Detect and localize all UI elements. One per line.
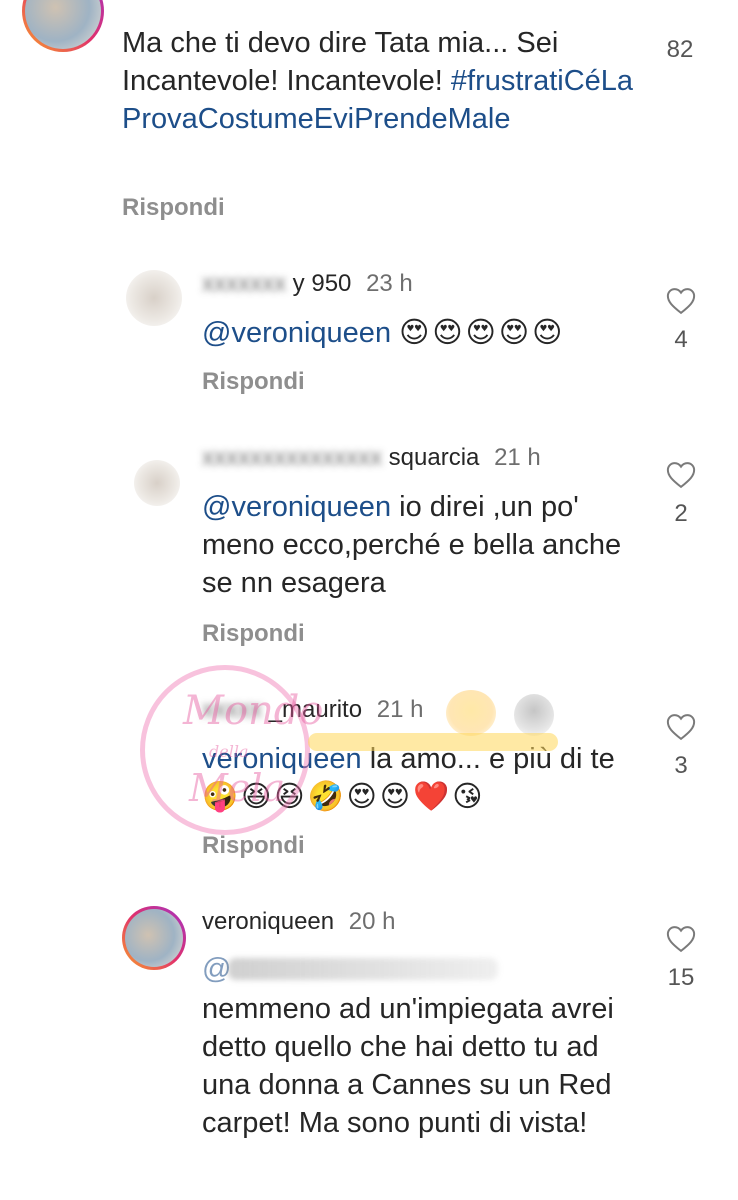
comment-5-avatar[interactable] [122, 906, 186, 970]
comment-5-time: 20 h [348, 908, 396, 935]
comment-4-reply-button[interactable]: Rispondi [202, 832, 305, 860]
comment-2-text: 😍😍😍😍😍 [399, 317, 566, 349]
comment-3-reply-button[interactable]: Rispondi [202, 620, 305, 648]
comment-2-body: @veroniqueen 😍😍😍😍😍 [202, 314, 642, 352]
comment-2-heart-icon[interactable] [666, 287, 696, 315]
watermark-line-3: Mela [189, 766, 286, 810]
comment-5-like-count[interactable]: 15 [661, 964, 701, 992]
comment-4-like-count[interactable]: 3 [661, 752, 701, 780]
comment-3-heart-icon[interactable] [666, 461, 696, 489]
comment-5-mention-redacted [228, 958, 498, 980]
watermark-line-1: Mondo [183, 688, 324, 734]
comment-1-like-count[interactable]: 82 [660, 36, 700, 64]
comment-3-meta: xxxxxxxxxxxxxxx squarcia 21 h [202, 444, 541, 472]
comment-5-text: nemmeno ad un'impiegata avrei detto quel… [202, 993, 614, 1139]
comment-3-like-count[interactable]: 2 [661, 500, 701, 528]
comment-2-username[interactable]: y 950 [293, 270, 352, 297]
comment-1-body: Ma che ti devo dire Tata mia... Sei Inca… [122, 24, 642, 138]
comment-3-username[interactable]: squarcia [389, 444, 480, 471]
comment-2-time: 23 h [366, 270, 413, 297]
comment-2-username-redacted[interactable]: xxxxxxx [202, 270, 286, 298]
comment-1-reply-button[interactable]: Rispondi [122, 194, 225, 222]
watermark-figure-right-icon [514, 694, 554, 736]
comment-3-body: @veroniqueen io direi ,un po' meno ecco,… [202, 488, 622, 602]
watermark-banner [308, 733, 558, 751]
comment-3-time: 21 h [494, 444, 541, 471]
comment-1-avatar[interactable] [22, 0, 104, 52]
comment-5-body: nemmeno ad un'impiegata avrei detto quel… [202, 990, 642, 1142]
comment-2-like-count[interactable]: 4 [661, 326, 701, 354]
comment-2-reply-button[interactable]: Rispondi [202, 368, 305, 396]
comment-5-meta: veroniqueen 20 h [202, 908, 396, 936]
comment-5-username[interactable]: veroniqueen [202, 908, 334, 935]
watermark-logo: Mondo della Mela [140, 665, 324, 835]
comment-4-time: 21 h [376, 696, 424, 723]
watermark-figure-left-icon [446, 690, 496, 736]
comment-3-mention[interactable]: @veroniqueen [202, 491, 391, 523]
comment-3-avatar[interactable] [134, 460, 180, 506]
comment-2-avatar[interactable] [126, 270, 182, 326]
watermark-line-2: della [209, 742, 249, 761]
comment-5-heart-icon[interactable] [666, 925, 696, 953]
comment-2-mention[interactable]: @veroniqueen [202, 317, 391, 349]
comment-2-meta: xxxxxxx y 950 23 h [202, 270, 413, 298]
comment-4-heart-icon[interactable] [666, 713, 696, 741]
comment-3-username-redacted[interactable]: xxxxxxxxxxxxxxx [202, 444, 382, 472]
